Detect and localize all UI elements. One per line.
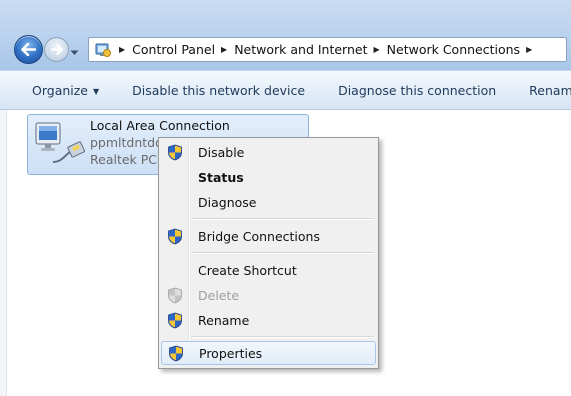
diagnose-connection-button[interactable]: Diagnose this connection xyxy=(338,83,496,98)
menu-item-disable[interactable]: Disable xyxy=(161,140,376,164)
chevron-down-icon: ▼ xyxy=(93,86,100,96)
menu-item-label: Properties xyxy=(199,345,263,361)
menu-item-label: Bridge Connections xyxy=(198,228,320,244)
menu-item-create-shortcut[interactable]: Create Shortcut xyxy=(161,258,376,282)
menu-item-label: Disable xyxy=(198,144,245,160)
breadcrumb-network-and-internet[interactable]: Network and Internet xyxy=(234,42,367,57)
uac-shield-disabled-icon xyxy=(161,287,189,304)
disable-device-button[interactable]: Disable this network device xyxy=(132,83,305,98)
context-menu: Disable Status Diagnose Bridge Connectio… xyxy=(158,137,379,369)
menu-item-label: Create Shortcut xyxy=(198,262,297,278)
uac-shield-icon xyxy=(162,345,190,362)
menu-item-bridge-connections[interactable]: Bridge Connections xyxy=(161,224,376,248)
menu-separator xyxy=(191,252,374,254)
organize-label: Organize xyxy=(32,82,88,98)
recent-pages-dropdown[interactable] xyxy=(70,45,79,59)
navigation-pane-edge xyxy=(0,110,7,396)
breadcrumb-control-panel[interactable]: Control Panel xyxy=(132,42,215,57)
breadcrumb-separator-icon[interactable]: ▶ xyxy=(374,45,380,54)
uac-shield-icon xyxy=(161,144,189,161)
breadcrumb-separator-icon[interactable]: ▶ xyxy=(221,45,227,54)
menu-item-label: Status xyxy=(198,169,244,185)
connection-status: ppmltdntdo xyxy=(90,135,163,150)
chevron-down-icon xyxy=(70,50,79,55)
menu-item-properties[interactable]: Properties xyxy=(161,341,376,365)
menu-separator xyxy=(191,218,374,220)
breadcrumb-network-connections[interactable]: Network Connections xyxy=(387,42,520,57)
network-adapter-icon xyxy=(35,122,86,163)
forward-arrow-icon xyxy=(50,44,63,55)
uac-shield-icon xyxy=(161,228,189,245)
address-bar[interactable]: ▶ Control Panel ▶ Network and Internet ▶… xyxy=(88,37,567,62)
menu-item-delete[interactable]: Delete xyxy=(161,283,376,307)
back-button[interactable] xyxy=(14,35,43,64)
breadcrumb-separator-icon[interactable]: ▶ xyxy=(119,45,125,54)
connection-name: Local Area Connection xyxy=(90,118,230,133)
menu-item-diagnose[interactable]: Diagnose xyxy=(161,190,376,214)
forward-button[interactable] xyxy=(44,37,69,62)
menu-item-label: Delete xyxy=(198,287,240,303)
breadcrumb-separator-icon[interactable]: ▶ xyxy=(526,45,532,54)
back-arrow-icon xyxy=(21,43,36,56)
connection-device: Realtek PCI xyxy=(90,152,161,167)
menu-separator xyxy=(191,336,374,338)
rename-connection-button[interactable]: Rename t xyxy=(529,83,571,98)
menu-item-status[interactable]: Status xyxy=(161,165,376,189)
organize-button[interactable]: Organize ▼ xyxy=(32,83,99,98)
command-bar: Organize ▼ Disable this network device Di… xyxy=(0,70,571,110)
menu-item-label: Rename xyxy=(198,312,250,328)
menu-item-label: Diagnose xyxy=(198,194,257,210)
menu-item-rename[interactable]: Rename xyxy=(161,308,376,332)
control-panel-icon xyxy=(93,40,113,60)
uac-shield-icon xyxy=(161,312,189,329)
